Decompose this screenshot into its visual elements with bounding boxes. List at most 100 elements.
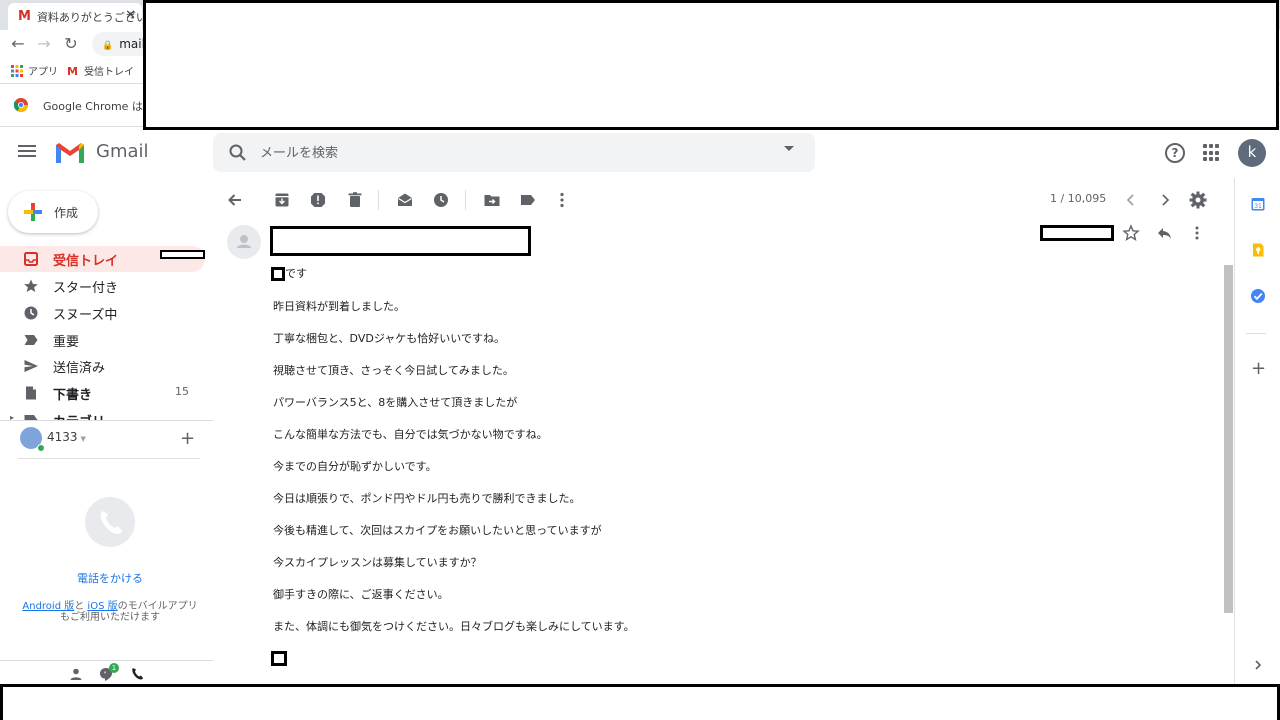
forward-icon[interactable]: → — [33, 33, 55, 55]
redaction-box — [270, 226, 531, 256]
addon-divider — [1246, 333, 1266, 334]
scrollbar-thumb[interactable] — [1224, 265, 1233, 613]
bookmark-inbox-label: 受信トレイ — [83, 67, 134, 78]
search-input[interactable] — [260, 143, 760, 163]
search-icon[interactable] — [228, 143, 248, 163]
tasks-icon[interactable] — [1250, 288, 1266, 304]
body-line: また、体調にも御気をつけください。日々ブログも楽しみにしています。 — [273, 620, 635, 633]
body-line: 御手すきの際に、ご返事ください。 — [273, 588, 449, 601]
compose-button[interactable]: 作成 — [8, 191, 98, 233]
keep-icon[interactable] — [1250, 242, 1266, 258]
body-line: 今までの自分が恥ずかしいです。 — [273, 460, 437, 473]
reload-icon[interactable]: ↻ — [60, 33, 82, 55]
sidebar-item-categories[interactable]: ▸ カテゴリ — [0, 407, 205, 420]
browser-tab[interactable]: M 資料ありがとうござい ✕ — [8, 3, 142, 30]
body-line: こんな簡単な方法でも、自分では気づかない物ですね。 — [273, 428, 548, 441]
mark-unread-icon[interactable] — [395, 190, 415, 210]
compose-label: 作成 — [54, 206, 79, 220]
phone-tab-icon[interactable] — [129, 666, 145, 682]
redaction-box — [143, 0, 1279, 130]
make-call-link[interactable]: 電話をかける — [0, 570, 220, 586]
chrome-logo-icon — [14, 98, 28, 112]
pagination-text: 1 / 10,095 — [1050, 192, 1107, 205]
drafts-count: 15 — [175, 385, 189, 398]
apps-grid-icon — [11, 65, 23, 77]
infobar-text: Google Chrome はデ — [43, 100, 154, 113]
toolbar-divider — [465, 190, 466, 210]
star-icon — [24, 279, 38, 292]
sidebar-item-sent[interactable]: 送信済み — [0, 353, 205, 379]
body-line: 今日は順張りで、ポンド円やドル円も売りで勝利できました。 — [273, 492, 581, 505]
gmail-bookmark-icon: M — [67, 65, 78, 78]
calendar-icon[interactable]: 31 — [1250, 196, 1266, 212]
redaction-box — [160, 250, 205, 259]
reply-icon[interactable] — [1155, 224, 1173, 242]
sidebar-item-important[interactable]: 重要 — [0, 327, 205, 353]
bookmark-apps-label: アプリ — [28, 67, 58, 78]
star-outline-icon[interactable] — [1122, 224, 1140, 242]
more-vert-icon[interactable] — [1188, 224, 1206, 242]
body-line: 昨日資料が到着しました。 — [273, 300, 405, 313]
body-line: 視聴させて頂き、さっそく今日試してみました。 — [273, 364, 514, 377]
gmail-wordmark: Gmail — [96, 141, 149, 162]
label-tag-icon[interactable] — [518, 190, 538, 210]
svg-text:31: 31 — [1254, 203, 1262, 210]
important-icon — [24, 335, 38, 345]
main-menu-icon[interactable] — [18, 142, 42, 162]
snooze-clock-icon[interactable] — [431, 190, 451, 210]
sidebar-item-label: スター付き — [53, 281, 119, 296]
more-vert-icon[interactable] — [552, 190, 572, 210]
add-addon-plus-icon[interactable]: + — [1251, 360, 1266, 378]
unread-badge: 1 — [109, 663, 119, 673]
online-status-icon — [37, 444, 45, 452]
android-link[interactable]: Android 版 — [22, 601, 74, 612]
older-chevron-right-icon[interactable] — [1155, 190, 1175, 210]
bookmark-inbox[interactable]: M 受信トレイ — [67, 63, 134, 78]
body-line: 今スカイプレッスンは募集していますか？ — [273, 556, 482, 569]
help-icon[interactable]: ? — [1165, 143, 1185, 163]
hangouts-user-label: 4133 — [47, 430, 78, 444]
gmail-logo-icon[interactable] — [54, 141, 86, 165]
sidebar-item-label: 受信トレイ — [53, 254, 119, 269]
send-icon — [24, 360, 38, 372]
lock-icon: 🔒 — [102, 41, 114, 51]
account-avatar[interactable]: k — [1238, 139, 1266, 167]
delete-trash-icon[interactable] — [345, 190, 365, 210]
add-contact-plus-icon[interactable]: + — [180, 430, 195, 448]
mobile-app-note: Android 版と iOS 版のモバイルアプリ もご利用いただけます — [0, 601, 220, 623]
google-apps-icon[interactable] — [1203, 144, 1221, 162]
body-line: 今後も精進して、次回はスカイプをお願いしたいと思っていますが — [273, 524, 602, 537]
clock-icon — [24, 306, 38, 320]
divider — [18, 458, 200, 459]
sidebar-item-snoozed[interactable]: スヌーズ中 — [0, 300, 205, 326]
inbox-icon — [24, 252, 38, 266]
dropdown-arrow-icon: ▼ — [80, 435, 86, 443]
sidebar-item-label: 下書き — [53, 388, 93, 403]
report-spam-icon[interactable] — [308, 190, 328, 210]
contacts-person-icon[interactable] — [68, 666, 84, 682]
back-icon[interactable]: ← — [7, 33, 29, 55]
sidebar-item-label: カテゴリ — [53, 411, 105, 420]
redaction-box — [271, 267, 285, 281]
body-line: パワーバランス5と、8を購入させて頂きましたが — [273, 396, 518, 409]
redaction-box — [0, 684, 1280, 720]
tab-close-icon[interactable]: ✕ — [125, 8, 136, 23]
hangouts-user-name[interactable]: 4133 ▼ — [47, 430, 86, 444]
settings-gear-icon[interactable] — [1188, 190, 1208, 210]
sidebar-item-label: 送信済み — [53, 361, 106, 376]
sidebar-item-drafts[interactable]: 下書き 15 — [0, 380, 205, 406]
expand-chevron-right-icon[interactable] — [1250, 657, 1266, 673]
search-options-chevron-down-icon[interactable] — [784, 146, 794, 151]
phone-illustration-icon — [85, 497, 135, 547]
move-to-folder-icon[interactable] — [482, 190, 502, 210]
redaction-box — [1040, 225, 1114, 241]
ios-link[interactable]: iOS 版 — [87, 601, 117, 612]
sidebar-item-starred[interactable]: スター付き — [0, 273, 205, 299]
sender-avatar[interactable] — [227, 225, 261, 259]
bookmark-apps[interactable]: アプリ — [11, 63, 58, 78]
note-rest2: もご利用いただけます — [60, 612, 160, 623]
svg-text:": " — [104, 671, 107, 678]
archive-icon[interactable] — [272, 190, 292, 210]
back-arrow-icon[interactable] — [225, 190, 245, 210]
newer-chevron-left-icon[interactable] — [1121, 190, 1141, 210]
